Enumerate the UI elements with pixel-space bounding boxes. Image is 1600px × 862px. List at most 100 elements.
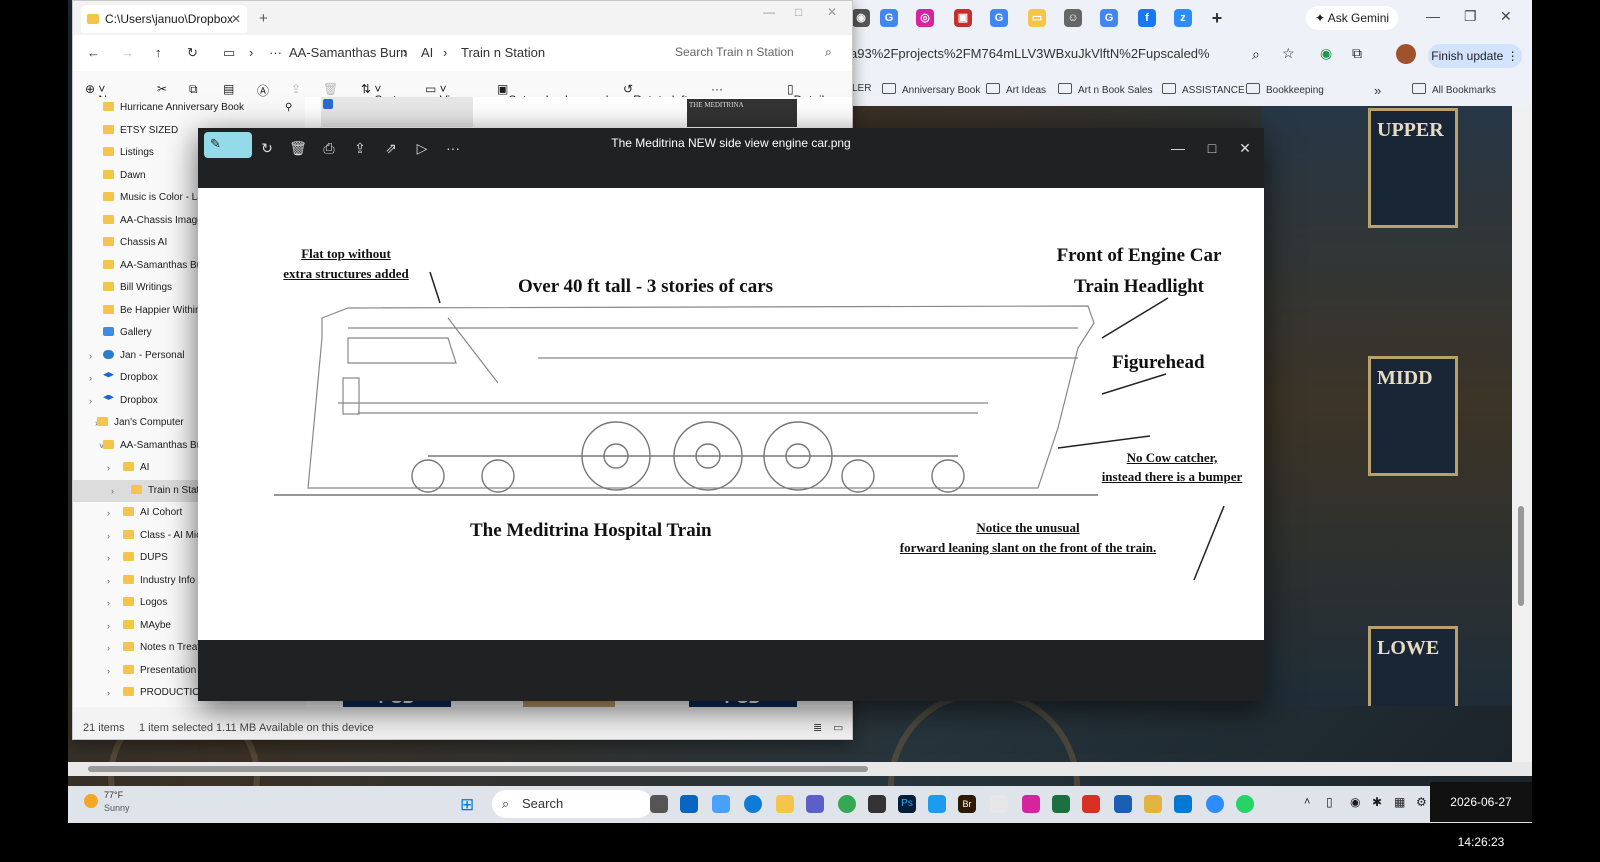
chevron-icon[interactable]: › [107, 502, 110, 524]
google-tab-icon-2[interactable]: G [990, 9, 1008, 27]
maximize-icon[interactable]: □ [795, 5, 802, 19]
instagram-tab-icon[interactable]: ◎ [916, 9, 934, 27]
tray-icon[interactable]: ▦ [1394, 795, 1405, 809]
chevron-icon[interactable]: › [107, 570, 110, 592]
weather-sun-icon[interactable] [84, 794, 98, 808]
slideshow-icon[interactable]: ▷ [410, 136, 434, 160]
facebook-tab-icon[interactable]: f [1138, 9, 1156, 27]
teams-icon[interactable] [806, 795, 824, 813]
print-icon[interactable]: ⎙ [317, 136, 341, 160]
chevron-icon[interactable]: › [107, 592, 110, 614]
file-thumbnail-selected[interactable] [321, 97, 473, 127]
zoom-tab-icon[interactable]: z [1174, 9, 1192, 27]
whatsapp-icon[interactable] [1236, 795, 1254, 813]
github-tab-icon[interactable]: ◉ [852, 9, 870, 27]
restore-icon[interactable]: ❐ [1464, 8, 1477, 25]
chevron-icon[interactable]: › [107, 615, 110, 637]
profile-tab-icon[interactable]: ☺ [1064, 9, 1082, 27]
forward-icon[interactable]: → [121, 45, 134, 60]
bookmark-star-icon[interactable]: ☆ [1282, 45, 1295, 62]
finish-update-button[interactable]: Finish update ⋮ [1428, 44, 1522, 68]
avatar[interactable] [1396, 44, 1416, 64]
start-icon[interactable]: ⊞ [460, 795, 474, 815]
share-icon[interactable]: ⇪ [348, 136, 372, 160]
view-button[interactable]: ▭ View ˅ [425, 82, 465, 107]
maximize-icon[interactable]: □ [1200, 136, 1224, 160]
more-bookmarks-icon[interactable]: » [1374, 83, 1381, 98]
weather-temp[interactable]: 77°F [104, 790, 123, 800]
close-icon[interactable]: ✕ [1233, 136, 1257, 160]
horizontal-scrollbar[interactable] [68, 762, 1532, 776]
bookmark-item[interactable]: Art n Book Sales [1058, 83, 1152, 96]
new-button[interactable]: ⊕ New ˅ [85, 82, 122, 107]
breadcrumb-overflow-icon[interactable]: ··· [269, 45, 282, 60]
bridge-icon[interactable]: Br [958, 795, 976, 813]
edge-icon[interactable] [744, 795, 762, 813]
extensions-icon[interactable]: ⧉ [1352, 45, 1362, 62]
app-icon[interactable] [868, 795, 886, 813]
pin-icon[interactable]: ⚲ [285, 97, 292, 119]
chevron-icon[interactable]: › [107, 457, 110, 479]
rotate-icon[interactable]: ↻ [255, 136, 279, 160]
file-explorer-icon[interactable] [776, 795, 794, 813]
up-icon[interactable]: ↑ [155, 45, 162, 60]
taskbar-search[interactable]: ⌕ Search [492, 790, 652, 818]
address-bar[interactable]: a93%2Fprojects%2FM764mLLV3WBxuJkVlftN%2F… [850, 40, 1532, 72]
tray-overflow-icon[interactable]: ˄ [1304, 796, 1310, 808]
minimize-icon[interactable]: — [1166, 136, 1190, 160]
archive-icon[interactable] [1144, 795, 1162, 813]
chevron-icon[interactable]: › [111, 480, 114, 502]
back-icon[interactable]: ← [87, 45, 100, 60]
chevron-icon[interactable]: › [107, 660, 110, 682]
more-options-icon[interactable]: ··· [711, 82, 723, 96]
grammarly-icon[interactable]: ◉ [1320, 45, 1332, 62]
set-background-button[interactable]: ▣ Set as background [497, 82, 608, 107]
chrome-icon[interactable] [838, 795, 856, 813]
bookmark-item[interactable]: ASSISTANCE [1162, 83, 1245, 96]
close-tab-icon[interactable]: ✕ [231, 5, 241, 33]
weather-condition[interactable]: Sunny [104, 803, 130, 813]
sort-button[interactable]: ⇅ Sort ˅ [361, 82, 396, 107]
bookmark-item[interactable]: Art Ideas [986, 83, 1046, 96]
bookmark-item[interactable]: LER [852, 83, 871, 94]
calendar-tab-icon[interactable]: ▣ [954, 9, 972, 27]
delete-icon[interactable]: 🗑 [286, 136, 310, 160]
sidebar-item[interactable]: Hurricane Anniversary Book ⚲ [73, 97, 305, 119]
minimize-icon[interactable]: — [1426, 8, 1440, 24]
vertical-scrollbar[interactable] [1512, 106, 1532, 762]
details-view-icon[interactable]: ≣ [813, 717, 822, 739]
checkbox-icon[interactable] [323, 99, 333, 109]
acrobat-icon[interactable] [1082, 795, 1100, 813]
rotate-left-button[interactable]: ↺ Rotate left [623, 82, 688, 107]
clock[interactable]: 2026-06-27 14:26:23 [1430, 782, 1532, 849]
details-button[interactable]: ▯ Details [787, 82, 830, 107]
close-icon[interactable]: ✕ [1500, 8, 1512, 25]
snipping-tool-icon[interactable] [990, 795, 1008, 813]
excel-icon[interactable] [1052, 795, 1070, 813]
zoom-icon[interactable]: ⌕ [1252, 46, 1260, 63]
search-icon[interactable]: ⌕ [825, 45, 832, 60]
outlook-icon[interactable] [680, 795, 698, 813]
folder-tab-icon[interactable]: ▭ [1028, 9, 1046, 27]
google-tab-icon[interactable]: G [880, 9, 898, 27]
new-tab-icon[interactable]: + [1208, 9, 1226, 27]
zoom-icon[interactable] [1206, 795, 1224, 813]
google-tab-icon-3[interactable]: G [1100, 9, 1118, 27]
delete-icon[interactable]: 🗑 [323, 82, 338, 96]
bookmark-item[interactable]: All Bookmarks [1412, 83, 1496, 96]
url-text[interactable]: a93%2Fprojects%2FM764mLLV3WBxuJkVlftN%2F… [850, 46, 1210, 66]
chevron-icon[interactable]: › [107, 525, 110, 547]
chevron-icon[interactable]: › [107, 547, 110, 569]
task-view-icon[interactable] [650, 795, 668, 813]
refresh-icon[interactable]: ↻ [187, 45, 198, 61]
copy-icon[interactable]: ⧉ [189, 82, 198, 97]
check-app-icon[interactable] [928, 795, 946, 813]
chevron-icon[interactable]: › [89, 345, 92, 367]
photoshop-icon[interactable]: Ps [898, 795, 916, 813]
share-icon[interactable]: ⇪ [291, 82, 301, 96]
minimize-icon[interactable]: — [763, 5, 775, 19]
ask-gemini-button[interactable]: ✦ Ask Gemini [1306, 6, 1398, 30]
chevron-icon[interactable]: › [89, 367, 92, 389]
export-icon[interactable]: ⇗ [379, 136, 403, 160]
edit-image-button[interactable]: ✎ [204, 132, 252, 158]
